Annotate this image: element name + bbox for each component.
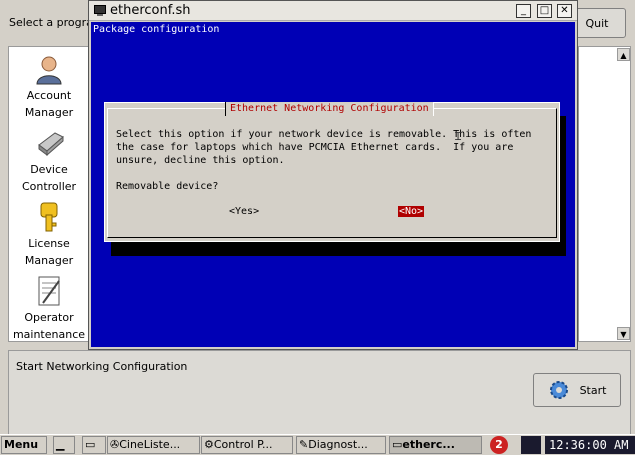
program-label-line2: Controller [21, 180, 77, 193]
program-item-account-manager[interactable]: Account Manager [9, 53, 89, 121]
clock: 12:36:00 AM [545, 436, 635, 454]
terminal-icon: ▭ [85, 438, 96, 451]
taskbar-item-terminal-1[interactable]: ▭ [82, 436, 106, 454]
program-label-line1: Device [30, 163, 68, 176]
description-text: Start Networking Configuration [16, 360, 188, 373]
right-panel [578, 46, 631, 342]
program-list: Account Manager Device Controller Licens… [8, 46, 90, 342]
taskbar-item-cineliste[interactable]: ✇CineListe... [107, 436, 200, 454]
taskbar-item-diagnostics[interactable]: ✎Diagnost... [296, 436, 386, 454]
tray-area [521, 436, 541, 454]
program-label-line1: Operator [24, 311, 74, 324]
scroll-up-arrow-icon[interactable]: ▲ [617, 48, 630, 61]
film-reel-icon: ✇ [110, 438, 120, 451]
terminal-icon: ▭ [392, 438, 403, 451]
program-label-line1: Account [26, 89, 72, 102]
scroll-down-arrow-icon[interactable]: ▼ [617, 327, 630, 340]
program-item-device-controller[interactable]: Device Controller [9, 127, 89, 195]
document-icon [38, 276, 60, 306]
user-icon [36, 56, 62, 85]
program-label-line2: maintenance [12, 328, 86, 341]
drive-icon [38, 132, 64, 157]
close-icon[interactable]: ✕ [557, 4, 572, 18]
text-cursor-icon: Ɪ [455, 130, 462, 143]
program-item-license-manager[interactable]: License Manager [9, 201, 89, 269]
program-label-line1: License [28, 237, 70, 250]
program-label-line2: Manager [24, 106, 74, 119]
package-configuration-header: Package configuration [93, 24, 220, 35]
taskbar-item-control-panel[interactable]: ⚙Control P... [201, 436, 293, 454]
terminal-icon [94, 5, 106, 16]
yes-button[interactable]: <Yes> [229, 206, 259, 217]
menu-button[interactable]: Menu [1, 436, 47, 454]
show-desktop-button[interactable]: ▁ [53, 436, 75, 454]
start-button[interactable]: Start [533, 373, 621, 407]
gear-icon [549, 381, 568, 399]
taskbar-item-etherconf[interactable]: ▭etherc... [389, 436, 482, 454]
notification-badge[interactable]: 2 [490, 436, 508, 454]
gear-icon: ⚙ [204, 438, 214, 451]
start-button-label: Start [579, 383, 607, 397]
terminal-title: etherconf.sh [110, 3, 191, 18]
program-item-operator-maintenance[interactable]: Operator maintenance [9, 275, 89, 343]
program-label-line2: Manager [24, 254, 74, 267]
dialog-question: Removable device? [116, 181, 219, 192]
minimize-icon[interactable]: _ [516, 4, 531, 18]
no-button[interactable]: <No> [398, 206, 425, 217]
dialog-title: Ethernet Networking Configuration [225, 102, 434, 116]
dialog-message: Select this option if your network devic… [116, 129, 532, 166]
maximize-icon[interactable]: □ [537, 4, 552, 18]
wrench-icon: ✎ [299, 438, 309, 451]
show-desktop-icon: ▁ [56, 438, 65, 451]
key-icon [40, 202, 58, 232]
